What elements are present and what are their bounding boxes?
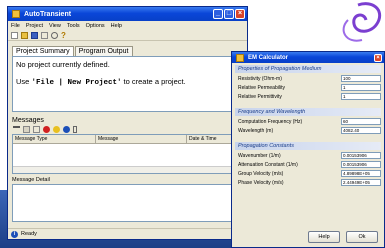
permeability-input[interactable] xyxy=(341,84,381,91)
attenuation-label: Attenuation Constant (1/m) xyxy=(238,161,298,168)
error-icon[interactable] xyxy=(43,126,50,133)
menu-file[interactable]: File xyxy=(11,23,20,29)
row-wavenumber: Wavenumber (1/m) xyxy=(238,152,381,159)
tab-strip: Project Summary Program Output xyxy=(12,46,247,56)
tab-program-output[interactable]: Program Output xyxy=(74,46,133,56)
row-resistivity: Resistivity (Ohm-m) xyxy=(238,75,381,82)
messages-table: Message Type Message Date & Time xyxy=(12,134,243,174)
warning-icon[interactable] xyxy=(53,126,60,133)
phase-velocity-label: Phase Velocity (m/s) xyxy=(238,179,284,186)
clear-icon[interactable] xyxy=(41,31,48,39)
window-title: AutoTransient xyxy=(24,10,72,18)
group-medium-heading: Properties of Propagation Medium xyxy=(235,65,381,73)
resistivity-input[interactable] xyxy=(341,75,381,82)
menu-project[interactable]: Project xyxy=(26,23,43,29)
save-icon[interactable] xyxy=(31,31,38,39)
menu-options[interactable]: Options xyxy=(86,23,105,29)
menu-help[interactable]: Help xyxy=(111,23,122,29)
open-icon[interactable] xyxy=(21,31,28,39)
calc-app-icon xyxy=(236,53,244,62)
permeability-label: Relative Permeability xyxy=(238,84,285,91)
message-detail-box xyxy=(12,184,243,222)
column-message-type[interactable]: Message Type xyxy=(13,135,96,143)
wavenumber-input[interactable] xyxy=(341,152,381,159)
messages-table-header: Message Type Message Date & Time xyxy=(13,135,242,144)
calc-close-button[interactable]: × xyxy=(374,54,382,62)
frequency-label: Computation Frequency (Hz) xyxy=(238,118,303,125)
row-permeability: Relative Permeability xyxy=(238,84,381,91)
em-calculator-window: EM Calculator × Properties of Propagatio… xyxy=(231,51,385,248)
clear-messages-icon[interactable] xyxy=(73,126,77,133)
summary-no-project: No project currently defined. xyxy=(16,60,110,69)
wavelength-input[interactable] xyxy=(341,127,381,134)
list-icon[interactable] xyxy=(13,126,20,133)
messages-label: Messages xyxy=(12,117,44,124)
status-info-icon: i xyxy=(11,230,18,238)
row-attenuation: Attenuation Constant (1/m) xyxy=(238,161,381,168)
copy-icon[interactable] xyxy=(33,126,40,133)
minimize-button[interactable]: _ xyxy=(213,9,223,19)
messages-horizontal-scrollbar[interactable] xyxy=(13,166,242,173)
messages-toolbar xyxy=(8,125,247,134)
status-bar: i Ready xyxy=(8,228,247,239)
close-button[interactable]: × xyxy=(235,9,245,19)
status-text: Ready xyxy=(21,231,37,237)
menu-tools[interactable]: Tools xyxy=(67,23,80,29)
row-group-velocity: Group Velocity (m/s) xyxy=(238,170,381,177)
logo-swirl-icon xyxy=(342,2,382,42)
ok-button[interactable]: Ok xyxy=(346,231,378,243)
summary-use-text: Use xyxy=(16,77,30,86)
run-icon[interactable] xyxy=(51,31,58,39)
summary-command: 'File | New Project' xyxy=(31,79,122,87)
info-icon[interactable] xyxy=(63,126,70,133)
summary-rest-text: to create a project. xyxy=(123,77,186,86)
help-icon[interactable]: ? xyxy=(61,31,68,39)
frequency-input[interactable] xyxy=(341,118,381,125)
wavelength-label: Wavelength (m) xyxy=(238,127,274,134)
summary-instructions: Use 'File | New Project' to create a pro… xyxy=(16,77,239,87)
row-permittivity: Relative Permittivity xyxy=(238,93,381,100)
group-velocity-input[interactable] xyxy=(341,170,381,177)
group-velocity-label: Group Velocity (m/s) xyxy=(238,170,284,177)
maximize-button[interactable]: □ xyxy=(224,9,234,19)
toolbar: ? xyxy=(8,30,247,41)
tab-project-summary[interactable]: Project Summary xyxy=(12,46,74,56)
help-button[interactable]: Help xyxy=(308,231,340,243)
app-icon xyxy=(12,10,20,18)
row-wavelength: Wavelength (m) xyxy=(238,127,381,134)
calc-titlebar[interactable]: EM Calculator × xyxy=(232,52,384,63)
group-frequency-heading: Frequency and Wavelength xyxy=(235,108,381,116)
row-frequency: Computation Frequency (Hz) xyxy=(238,118,381,125)
main-titlebar[interactable]: AutoTransient _ □ × xyxy=(8,7,247,21)
new-icon[interactable] xyxy=(11,31,18,39)
calc-button-row: Help Ok xyxy=(308,231,378,243)
column-message[interactable]: Message xyxy=(96,135,187,143)
phase-velocity-input[interactable] xyxy=(341,179,381,186)
menubar: File Project View Tools Options Help xyxy=(8,21,247,30)
row-phase-velocity: Phase Velocity (m/s) xyxy=(238,179,381,186)
permittivity-label: Relative Permittivity xyxy=(238,93,282,100)
calc-title: EM Calculator xyxy=(248,54,289,61)
message-detail-label: Message Detail xyxy=(12,177,50,183)
wavenumber-label: Wavenumber (1/m) xyxy=(238,152,281,159)
group-constants-heading: Propagation Constants xyxy=(235,142,381,150)
main-window: AutoTransient _ □ × File Project View To… xyxy=(7,6,248,240)
menu-view[interactable]: View xyxy=(49,23,61,29)
resistivity-label: Resistivity (Ohm-m) xyxy=(238,75,282,82)
attenuation-input[interactable] xyxy=(341,161,381,168)
filter-icon[interactable] xyxy=(23,126,30,133)
permittivity-input[interactable] xyxy=(341,93,381,100)
project-summary-panel: No project currently defined. Use 'File … xyxy=(12,56,243,112)
